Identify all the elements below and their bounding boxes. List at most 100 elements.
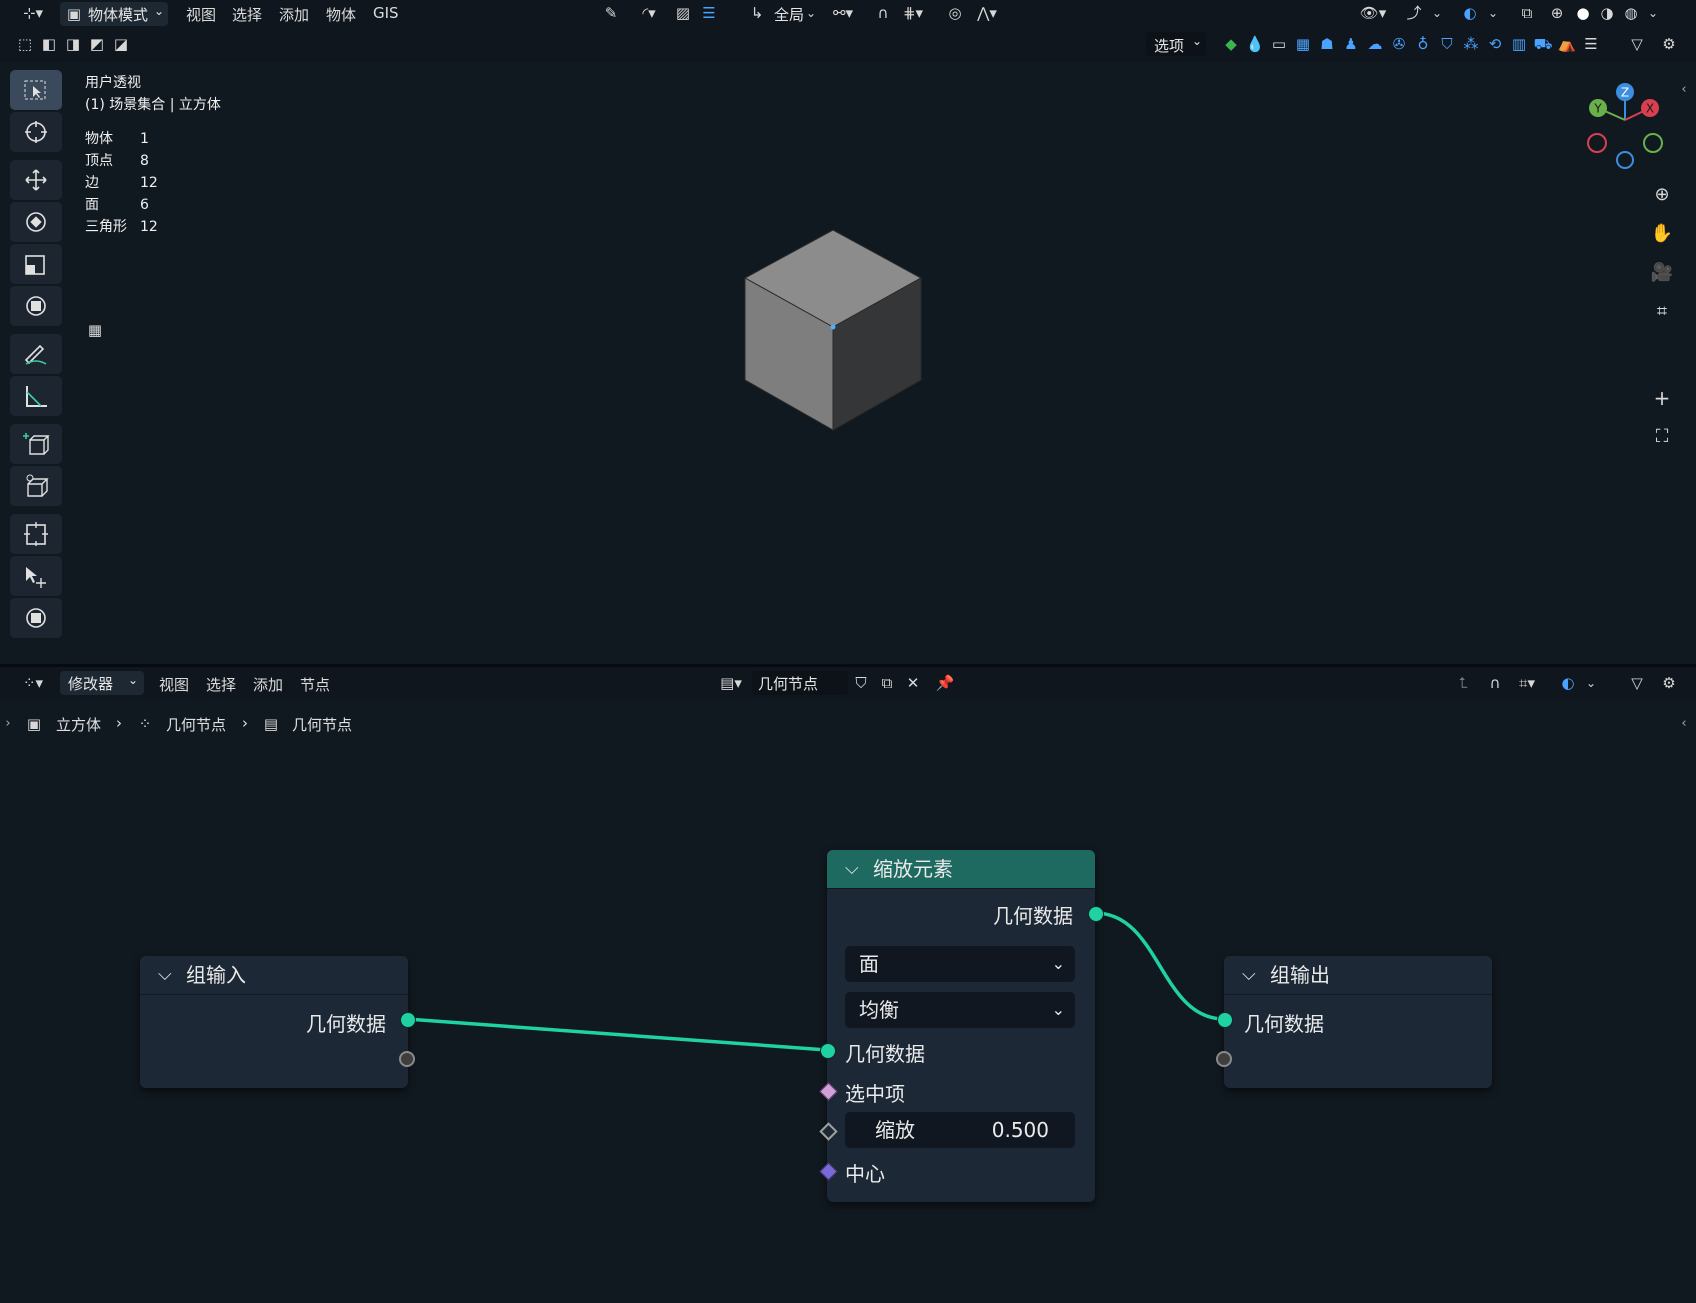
add-cube-tool[interactable] [10,424,62,464]
empty-output-socket[interactable] [399,1051,415,1067]
proportional-edit-icon[interactable]: ◎ [944,3,966,23]
chevron-down-icon[interactable]: ⌄ [1584,673,1598,693]
shirt-icon[interactable]: ⛉ [1436,34,1458,54]
node-header[interactable]: ⌵ 组输出 [1224,956,1492,995]
water-icon[interactable]: 💧 [1244,34,1266,54]
gis-layer-icon[interactable]: ◆ [1220,34,1242,54]
rendered-shading-icon[interactable]: ◍ [1620,3,1642,23]
filter-icon[interactable]: ▽ [1626,34,1648,54]
navigation-gizmo[interactable]: Z X Y [1585,80,1675,170]
add-icon[interactable]: + [1648,388,1676,416]
transform-orientation-icon[interactable]: ↳ [746,3,768,23]
pivot-icon[interactable]: ⚯▾ [828,3,858,23]
hierarchy-icon[interactable]: ☰ [698,3,720,23]
select-new-icon[interactable]: ⬚ [14,34,36,54]
chevron-down-icon[interactable]: ⌄ [1430,3,1444,23]
group-input-node[interactable]: ⌵ 组输入 几何数据 [140,956,408,1088]
node-menu-select[interactable]: 选择 [203,674,239,695]
frame-selected-icon[interactable]: ⛶ [1648,427,1676,455]
rotate-tool[interactable] [10,202,62,242]
collapse-chevron-icon[interactable]: ⌵ [1242,956,1256,994]
cube-object[interactable] [735,225,925,435]
menu-view[interactable]: 视图 [183,4,219,25]
annotate-tool[interactable] [10,334,62,374]
image-icon[interactable]: ▨ [672,3,694,23]
scale-field[interactable]: 缩放 0.500 [845,1112,1075,1148]
film-icon[interactable]: ✇ [1388,34,1410,54]
cloud-icon[interactable]: ☁ [1364,34,1386,54]
node-menu-add[interactable]: 添加 [250,674,286,695]
node-menu-view[interactable]: 视图 [156,674,192,695]
snap-increment-icon[interactable]: ⋕▾ [896,3,930,23]
select-invert-icon[interactable]: ◩ [86,34,108,54]
menu-gis[interactable]: GIS [370,4,402,22]
ortho-grid-icon[interactable]: ⌗ [1648,302,1676,330]
region-toggle-icon[interactable]: ▦ [84,320,106,340]
sidebar-toggle-icon[interactable]: ‹ [1678,80,1690,100]
pin-icon[interactable]: 📌 [934,673,956,693]
eyedropper-icon[interactable]: ✎ [600,3,622,23]
visibility-icon[interactable]: 👁▾ [1356,3,1390,23]
grid-icon[interactable]: ▦ [1292,34,1314,54]
node-header[interactable]: ⌵ 缩放元素 [827,850,1095,889]
toolbar-toggle-icon[interactable]: › [2,714,14,734]
gear-icon[interactable]: ⚙ [1658,34,1680,54]
balloon-icon[interactable]: ♁ [1412,34,1434,54]
mode-dropdown[interactable]: ▣ 物体模式 ⌄ [60,2,168,26]
orientation-label[interactable]: 全局 [774,4,804,25]
scale-tool[interactable] [10,244,62,284]
transform-tool[interactable] [10,286,62,326]
mode-dropdown[interactable]: 均衡 ⌄ [845,992,1075,1028]
select-extend-icon[interactable]: ◧ [38,34,60,54]
cursor-tool[interactable] [10,112,62,152]
parent-node-tree-icon[interactable]: ⮤ [1452,673,1474,693]
sidebar-toggle-icon[interactable]: ‹ [1678,714,1690,734]
options-dropdown[interactable]: 选项 ⌄ [1146,32,1206,56]
menu-object[interactable]: 物体 [323,4,359,25]
camera-icon[interactable]: 🎥 [1648,263,1676,291]
node-menu-node[interactable]: 节点 [297,674,333,695]
extrude-tool[interactable] [10,466,62,506]
node-header[interactable]: ⌵ 组输入 [140,956,408,995]
close-icon[interactable]: ✕ [902,673,924,693]
solid-shading-icon[interactable]: ● [1572,3,1594,23]
building-icon[interactable]: ▥ [1508,34,1530,54]
collapse-chevron-icon[interactable]: ⌵ [845,850,859,888]
list-icon[interactable]: ☰ [1580,34,1602,54]
snap-grid-icon[interactable]: ⌗▾ [1510,673,1544,693]
frame-tool[interactable] [10,514,62,554]
gizmo-icon[interactable]: ⤴ [1402,3,1426,23]
fake-user-shield-icon[interactable]: ⛉ [850,673,872,693]
person-icon[interactable]: ♟ [1340,34,1362,54]
move-tool[interactable] [10,160,62,200]
node-tree-name-field[interactable]: 几何节点 [752,671,848,695]
wireframe-shading-icon[interactable]: ⊕ [1546,3,1568,23]
geometry-input-socket[interactable] [820,1043,836,1059]
chevron-down-icon[interactable]: ⌄ [1486,3,1500,23]
transform-icon[interactable]: ⟲ [1484,34,1506,54]
select-intersect-icon[interactable]: ◪ [110,34,132,54]
breadcrumb-object[interactable]: 立方体 [56,714,101,735]
scatter-icon[interactable]: ⁂ [1460,34,1482,54]
transform-object-tool[interactable] [10,598,62,638]
overlays-icon[interactable]: ◐ [1458,3,1482,23]
geometry-output-socket[interactable] [400,1012,416,1028]
chevron-down-icon[interactable]: ⌄ [1646,3,1660,23]
window-icon[interactable]: ▭ [1268,34,1290,54]
people-icon[interactable]: ☗ [1316,34,1338,54]
editor-type-icon[interactable]: ⊹▾ [18,3,48,23]
geometry-input-socket[interactable] [1217,1012,1233,1028]
geometry-output-socket[interactable] [1088,906,1104,922]
zoom-icon[interactable]: ⊕ [1648,185,1676,213]
chevron-down-icon[interactable]: ⌄ [805,3,817,23]
node-editor-type-icon[interactable]: ⁘▾ [16,673,50,693]
falloff-icon[interactable]: ⋀▾ [970,3,1004,23]
collapse-chevron-icon[interactable]: ⌵ [158,956,172,994]
empty-input-socket[interactable] [1216,1051,1232,1067]
breadcrumb-modifier[interactable]: 几何节点 [166,714,226,735]
tent-icon[interactable]: ⛺ [1556,34,1578,54]
snap-icon[interactable]: ∩ [872,3,894,23]
material-shading-icon[interactable]: ◑ [1596,3,1618,23]
domain-dropdown[interactable]: 面 ⌄ [845,946,1075,982]
pan-hand-icon[interactable]: ✋ [1648,224,1676,252]
